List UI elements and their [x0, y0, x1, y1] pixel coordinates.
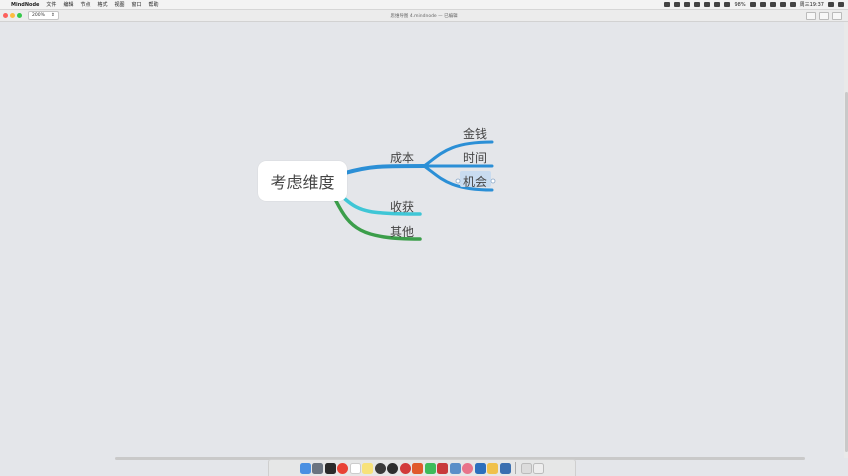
notes-icon[interactable] [362, 462, 374, 474]
wechat-work-icon[interactable] [424, 462, 436, 474]
status-icon-2[interactable] [674, 2, 681, 7]
root-node[interactable]: 考虑维度 [258, 161, 347, 201]
vertical-scrollbar[interactable] [844, 22, 848, 458]
clock[interactable]: 周三19:37 [800, 0, 824, 10]
window-title: 思维导图 4.mindnode — 已编辑 [390, 13, 458, 19]
status-icon-7[interactable] [749, 2, 756, 7]
wechat-icon[interactable] [387, 462, 399, 474]
battery-icon[interactable] [789, 2, 796, 7]
node-time[interactable]: 时间 [463, 149, 487, 166]
selection-handle-left[interactable] [455, 178, 461, 184]
spotlight-icon[interactable] [828, 2, 834, 7]
mail-icon[interactable] [487, 462, 499, 474]
chevron-updown-icon: ⇕ [50, 13, 55, 18]
status-icon-9[interactable] [769, 2, 776, 7]
selection-handle-right[interactable] [490, 178, 496, 184]
status-icon-3[interactable] [684, 2, 691, 7]
downloads-folder-icon[interactable] [520, 462, 532, 474]
status-icon-1[interactable] [664, 2, 671, 7]
mindmap-svg [334, 140, 496, 241]
zoom-window-button[interactable] [17, 13, 22, 18]
music-icon[interactable] [462, 462, 474, 474]
status-icon-5[interactable] [704, 2, 711, 7]
notification-center-icon[interactable] [838, 2, 844, 7]
sidebar-toggle-button[interactable] [832, 11, 842, 20]
dock [268, 459, 576, 476]
finder-icon[interactable] [299, 462, 311, 474]
menu-view[interactable]: 视图 [114, 0, 124, 10]
menu-format[interactable]: 格式 [97, 0, 107, 10]
node-money[interactable]: 金钱 [463, 125, 487, 142]
netease-music-icon[interactable] [399, 462, 411, 474]
save-icon[interactable] [474, 462, 486, 474]
node-opportunity[interactable]: 机会 [463, 173, 487, 190]
pdf-icon[interactable] [437, 462, 449, 474]
status-icon-4[interactable] [694, 2, 701, 7]
wechat-status-icon[interactable] [724, 2, 731, 7]
activity-icon[interactable] [374, 462, 386, 474]
wifi-icon[interactable] [779, 2, 786, 7]
calendar-icon[interactable] [349, 462, 361, 474]
close-window-button[interactable] [3, 13, 8, 18]
dock-separator [515, 462, 517, 474]
node-other[interactable]: 其他 [390, 223, 414, 240]
status-icon-6[interactable] [714, 2, 721, 7]
node-gain[interactable]: 收获 [390, 198, 414, 215]
share-button[interactable] [806, 11, 816, 20]
format-button[interactable] [819, 11, 829, 20]
zoom-select[interactable]: 200% ⇕ [28, 11, 59, 20]
node-cost[interactable]: 成本 [390, 149, 414, 166]
trash-icon[interactable] [533, 462, 545, 474]
launchpad-icon[interactable] [312, 462, 324, 474]
office-icon[interactable] [412, 462, 424, 474]
vertical-scroll-thumb[interactable] [844, 92, 848, 452]
menu-help[interactable]: 帮助 [149, 0, 159, 10]
terminal-icon[interactable] [324, 462, 336, 474]
menu-app-name[interactable]: MindNode [11, 0, 39, 10]
menu-bar: MindNode 文件 编辑 节点 格式 视图 窗口 帮助 98% 周三19:3… [0, 0, 848, 10]
menu-file[interactable]: 文件 [46, 0, 56, 10]
menu-window[interactable]: 窗口 [132, 0, 142, 10]
minimize-window-button[interactable] [10, 13, 15, 18]
menu-node[interactable]: 节点 [80, 0, 90, 10]
zoom-value: 200% [32, 13, 45, 18]
battery-percent: 98% [734, 1, 746, 8]
preview-icon[interactable] [449, 462, 461, 474]
menu-edit[interactable]: 编辑 [63, 0, 73, 10]
chrome-icon[interactable] [337, 462, 349, 474]
branch-line-cost [343, 164, 426, 175]
screenshot-icon[interactable] [499, 462, 511, 474]
root-node-label: 考虑维度 [270, 173, 335, 192]
window-titlebar: 200% ⇕ 思维导图 4.mindnode — 已编辑 [0, 10, 848, 22]
status-icon-8[interactable] [759, 2, 766, 7]
mindmap-canvas[interactable]: 考虑维度 成本 收获 其他 金钱 时间 机会 [0, 22, 848, 462]
